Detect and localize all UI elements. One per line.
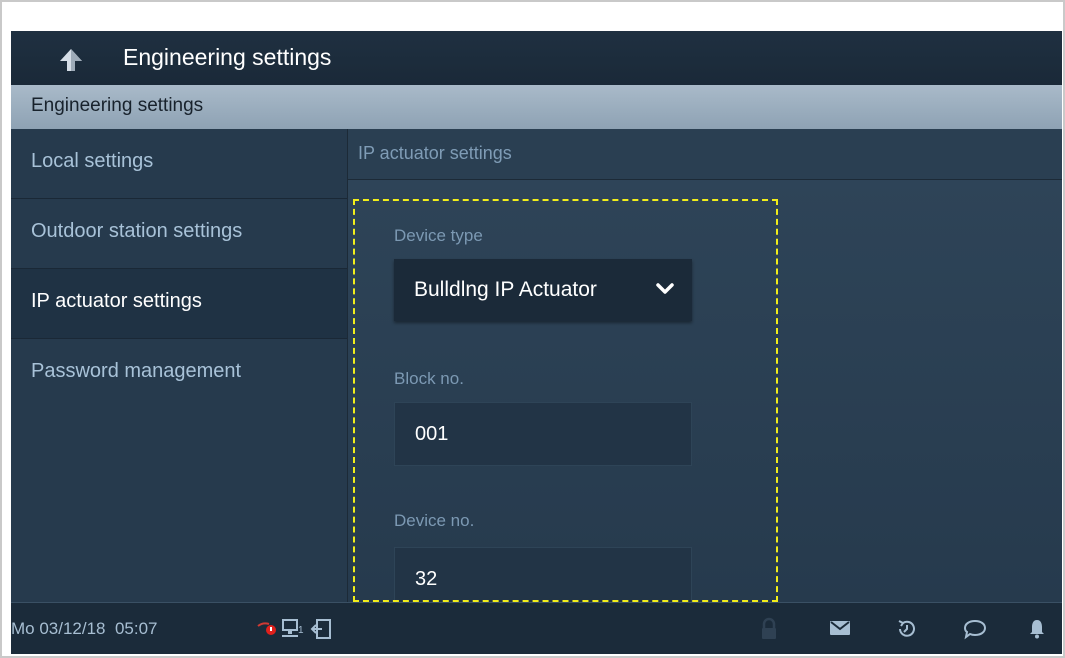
camera-alert-icon[interactable] <box>257 620 279 638</box>
block-no-field[interactable]: 001 <box>394 402 692 466</box>
message-icon[interactable] <box>963 618 987 640</box>
section-header: Engineering settings <box>11 85 1062 129</box>
sidebar-item-label: Password management <box>31 360 242 382</box>
device-type-value: Bulldlng IP Actuator <box>414 278 597 301</box>
network-count: 1 <box>298 625 304 636</box>
lock-icon[interactable] <box>759 617 779 641</box>
content-panel: IP actuator settings Device type Bulldln… <box>347 129 1062 611</box>
device-type-dropdown[interactable]: Bulldlng IP Actuator <box>394 259 692 321</box>
logout-icon[interactable] <box>310 618 332 640</box>
section-header-label: Engineering settings <box>31 95 204 116</box>
screenshot-frame: Engineering settings Engineering setting… <box>0 0 1065 658</box>
sidebar-item-label: Outdoor station settings <box>31 220 243 242</box>
sidebar-item-label: IP actuator settings <box>31 290 202 312</box>
chevron-down-icon <box>656 283 674 294</box>
device-type-label: Device type <box>394 226 483 245</box>
content-title: IP actuator settings <box>358 143 512 163</box>
block-no-value: 001 <box>415 423 449 445</box>
device-no-value: 32 <box>415 568 438 590</box>
sidebar: Local settings Outdoor station settings … <box>11 129 347 602</box>
bell-icon[interactable] <box>1028 618 1046 640</box>
status-bar: Mo 03/12/18 05:07 1 <box>11 602 1062 654</box>
page-title: Engineering settings <box>123 44 332 70</box>
sidebar-item-outdoor-station-settings[interactable]: Outdoor station settings <box>11 199 347 269</box>
sidebar-item-label: Local settings <box>31 150 154 172</box>
device-screen: Engineering settings Engineering setting… <box>11 31 1062 654</box>
sidebar-item-ip-actuator-settings[interactable]: IP actuator settings <box>11 269 347 339</box>
history-icon[interactable] <box>896 618 918 640</box>
sidebar-item-password-management[interactable]: Password management <box>11 339 347 409</box>
back-arrow-icon[interactable] <box>58 47 84 73</box>
content-header: IP actuator settings <box>348 129 1062 180</box>
block-no-label: Block no. <box>394 369 464 388</box>
mail-icon[interactable] <box>829 619 851 637</box>
title-bar: Engineering settings <box>11 31 1062 85</box>
date-time: Mo 03/12/18 05:07 <box>11 619 158 638</box>
sidebar-item-local-settings[interactable]: Local settings <box>11 129 347 199</box>
device-no-label: Device no. <box>394 511 475 530</box>
